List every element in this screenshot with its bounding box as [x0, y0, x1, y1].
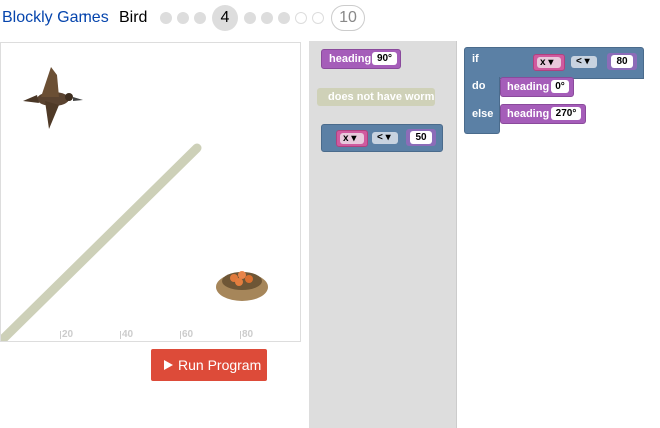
x-tick-60: [180, 331, 181, 339]
else-heading-block[interactable]: heading 270°: [500, 104, 586, 124]
title-separator: :: [83, 9, 88, 26]
x-tick-label: 60: [182, 329, 194, 340]
toolbox-heading-block[interactable]: heading 90°: [321, 49, 401, 69]
cond-op-dropdown[interactable]: < ▾: [571, 56, 597, 68]
toolbox-no-worm-block[interactable]: does not have worm: [317, 88, 435, 106]
heading-angle-field[interactable]: 90°: [372, 52, 397, 65]
blockly-games-link[interactable]: Blockly Games: [2, 9, 109, 27]
play-icon: [164, 360, 173, 370]
level-dot-5[interactable]: [244, 12, 256, 24]
run-program-label: Run Program: [178, 357, 262, 373]
level-last[interactable]: 10: [331, 5, 365, 31]
level-dot-6[interactable]: [261, 12, 273, 24]
x-tick-80: [240, 331, 241, 339]
else-heading-label: heading: [507, 108, 550, 120]
toolbox-compare-block[interactable]: x ▾ < ▾ 50: [321, 124, 443, 152]
run-program-button[interactable]: Run Program: [151, 349, 267, 381]
if-label: if: [472, 53, 479, 65]
level-dot-1[interactable]: [160, 12, 172, 24]
compare-op-value: <: [377, 132, 383, 143]
do-heading-label: heading: [507, 81, 550, 93]
x-tick-20: [60, 331, 61, 339]
cond-var-dropdown[interactable]: x ▾: [537, 57, 561, 68]
heading-label: heading: [329, 53, 372, 65]
else-label: else: [472, 108, 494, 120]
compare-var-dropdown[interactable]: x ▾: [340, 133, 364, 144]
header: Blockly Games : Bird 4 10: [0, 0, 660, 38]
level-current[interactable]: 4: [212, 5, 238, 31]
game-svg: [1, 67, 268, 341]
x-tick-label: 40: [122, 329, 134, 340]
level-dot-9[interactable]: [312, 12, 324, 24]
game-title: Bird: [119, 9, 148, 26]
x-tick-40: [120, 331, 121, 339]
x-tick-label: 20: [62, 329, 74, 340]
cond-number-field[interactable]: 80: [611, 55, 633, 68]
cond-var-value: x: [540, 57, 546, 68]
compare-var-block[interactable]: x ▾: [336, 130, 368, 147]
level-dot-7[interactable]: [278, 12, 290, 24]
level-dot-8[interactable]: [295, 12, 307, 24]
do-heading-angle-field[interactable]: 0°: [551, 80, 569, 93]
else-heading-angle-field[interactable]: 270°: [551, 107, 581, 120]
x-tick-label: 80: [242, 329, 254, 340]
toolbox-flyout[interactable]: heading 90° does not have worm x ▾ < ▾ 5…: [309, 41, 456, 428]
blocks-workspace[interactable]: if x ▾ < ▾ 80 do else heading 0° heading…: [456, 41, 660, 428]
compare-number-field[interactable]: 50: [410, 131, 432, 144]
bird-icon: [23, 67, 83, 129]
cond-var-block[interactable]: x ▾: [533, 54, 565, 71]
diagonal-wall: [1, 143, 202, 341]
game-canvas: 20 40 60 80: [0, 42, 301, 342]
do-label: do: [472, 80, 486, 92]
compare-number-block[interactable]: 50: [406, 129, 436, 146]
if-else-block[interactable]: if x ▾ < ▾ 80: [464, 47, 644, 79]
nest-icon: [216, 271, 268, 301]
level-dot-2[interactable]: [177, 12, 189, 24]
cond-number-block[interactable]: 80: [607, 53, 637, 70]
level-dot-3[interactable]: [194, 12, 206, 24]
no-worm-label: does not have worm: [328, 91, 435, 103]
if-else-body[interactable]: do else: [464, 77, 500, 134]
compare-var-value: x: [343, 133, 349, 144]
compare-op-dropdown[interactable]: < ▾: [372, 132, 398, 144]
do-heading-block[interactable]: heading 0°: [500, 77, 574, 97]
cond-op-value: <: [576, 56, 582, 67]
